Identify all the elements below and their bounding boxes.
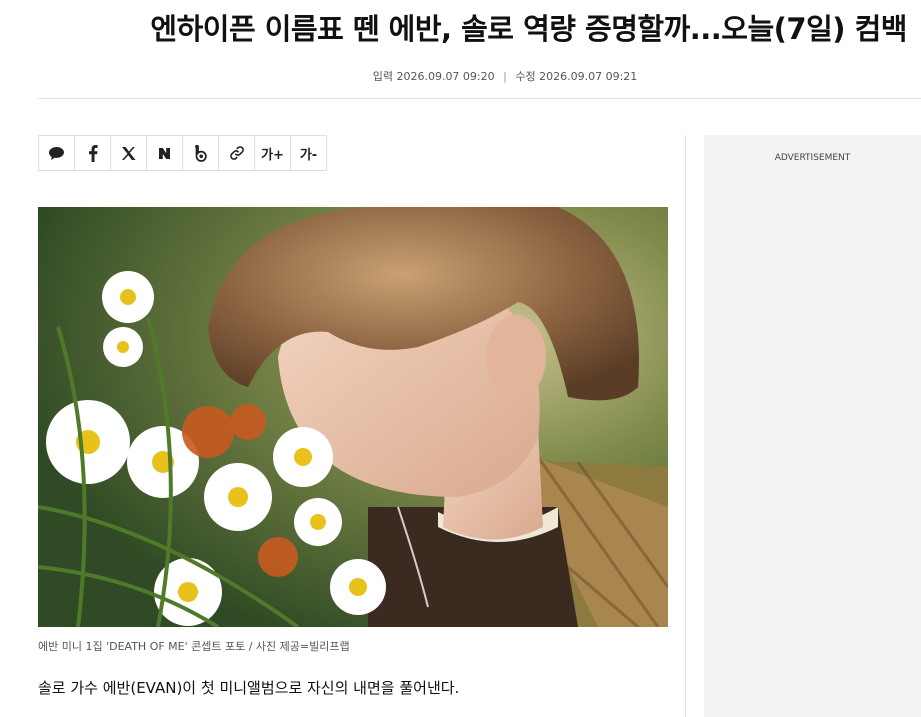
article-headline: 엔하이픈 이름표 뗀 에반, 솔로 역량 증명할까...오늘(7일) 컴백 <box>150 12 907 46</box>
photo-illustration <box>38 207 668 627</box>
article-photo <box>38 207 668 627</box>
column-divider <box>685 135 686 717</box>
article-page: 엔하이픈 이름표 뗀 에반, 솔로 역량 증명할까...오늘(7일) 컴백 입력… <box>0 0 921 717</box>
x-icon <box>121 146 136 161</box>
facebook-icon <box>88 144 98 162</box>
band-icon <box>193 144 208 162</box>
x-share-button[interactable] <box>111 136 147 170</box>
published-label: 입력 <box>372 70 393 83</box>
advertisement-label: ADVERTISEMENT <box>774 153 851 163</box>
updated-label: 수정 <box>515 70 536 83</box>
article-meta: 입력 2026.09.07 09:20 | 수정 2026.09.07 09:2… <box>0 68 921 84</box>
copy-link-button[interactable] <box>219 136 255 170</box>
photo-caption: 에반 미니 1집 'DEATH OF ME' 콘셉트 포토 / 사진 제공=빌리… <box>38 640 350 653</box>
comment-button[interactable] <box>39 136 75 170</box>
comment-icon <box>48 146 65 161</box>
header-divider <box>38 98 921 99</box>
facebook-share-button[interactable] <box>75 136 111 170</box>
font-size-decrease-button[interactable]: 가- <box>291 136 327 170</box>
updated-time: 2026.09.07 09:21 <box>539 70 638 83</box>
meta-separator: | <box>503 70 507 83</box>
share-toolbar: 가+ 가- <box>38 135 327 171</box>
band-share-button[interactable] <box>183 136 219 170</box>
article-lead-paragraph: 솔로 가수 에반(EVAN)이 첫 미니앨범으로 자신의 내면을 풀어낸다. <box>38 679 460 697</box>
naver-share-button[interactable] <box>147 136 183 170</box>
published-time: 2026.09.07 09:20 <box>396 70 495 83</box>
naver-icon <box>158 147 171 160</box>
advertisement-panel: ADVERTISEMENT <box>704 135 921 717</box>
link-icon <box>229 145 245 161</box>
font-size-increase-button[interactable]: 가+ <box>255 136 291 170</box>
